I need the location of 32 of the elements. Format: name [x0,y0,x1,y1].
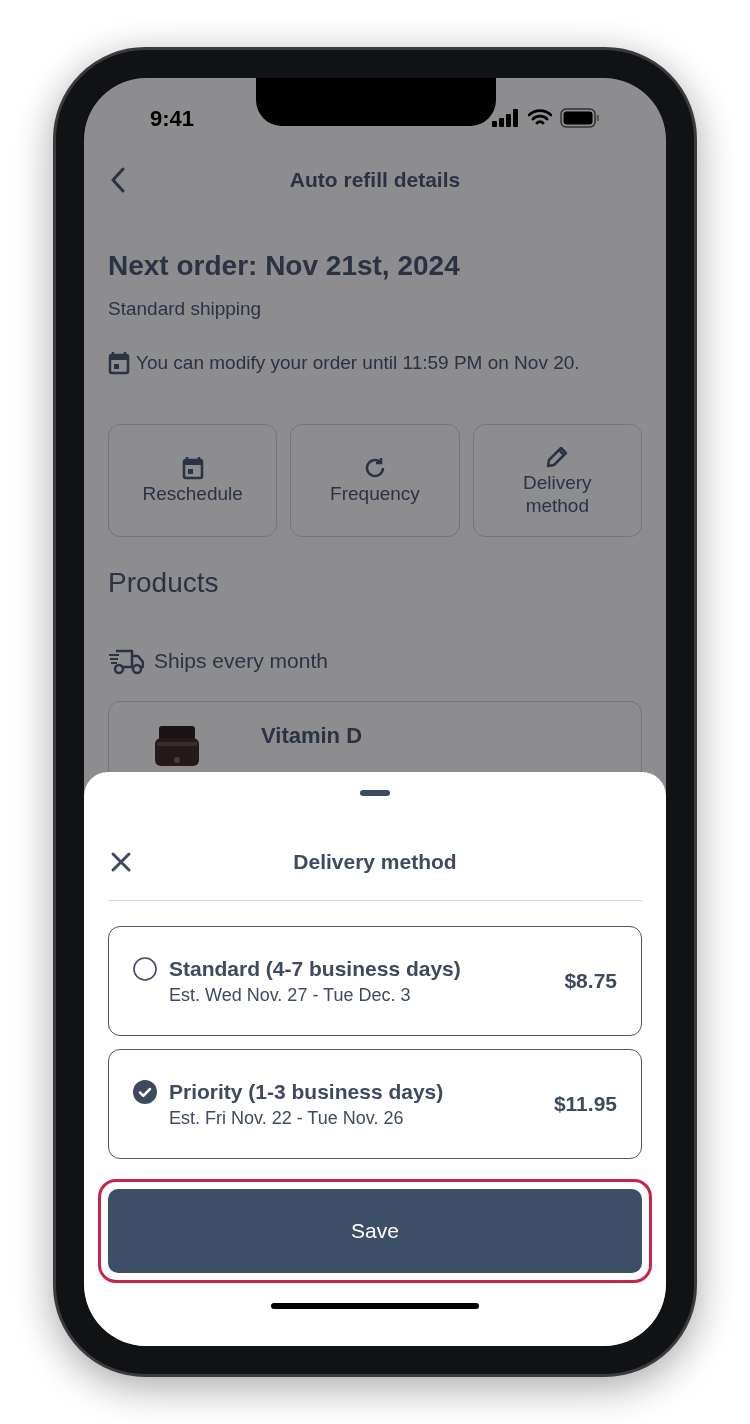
option-label: Standard (4-7 business days) [169,956,462,982]
page-title: Auto refill details [289,167,461,194]
option-price: $11.95 [553,1091,617,1118]
battery-icon [560,108,600,128]
radio-button[interactable] [133,1080,157,1104]
option-label: Priority (1-3 business days) [169,1079,445,1105]
signal-icon [492,109,520,127]
delivery-option[interactable]: Priority (1-3 business days) Est. Fri Nov. 22 - Tue Nov. 26 $11.95 [108,1049,642,1159]
option-eta: Est. Fri Nov. 22 - Tue Nov. 26 [169,1107,405,1130]
truck-icon [108,647,144,675]
sheet-handle[interactable] [360,790,390,796]
modify-notice: You can modify your order until 11:59 PM on Nov 20. [136,351,580,375]
sheet-title: Delivery method [293,849,457,876]
calendar-icon [108,351,130,375]
ship-frequency: Ships every month [154,648,328,674]
delivery-option[interactable]: Standard (4-7 business days) Est. Wed Nov. 27 - Tue Dec. 3 $8.75 [108,926,642,1036]
action-button[interactable]: Reschedule [108,424,278,537]
option-price: $8.75 [564,968,617,995]
wifi-icon [528,109,552,127]
next-order-title: Next order: Nov 21st, 2024 [108,249,461,283]
calendar-icon [181,456,204,480]
action-button[interactable]: Frequency [290,424,460,537]
radio-button[interactable] [133,957,157,981]
refresh-icon [363,456,387,480]
product-name: Vitamin D [261,722,363,750]
shipping-type: Standard shipping [108,297,263,321]
action-button[interactable]: Delivery method [472,424,642,537]
products-heading: Products [108,566,220,600]
option-eta: Est. Wed Nov. 27 - Tue Dec. 3 [169,984,412,1007]
save-button[interactable]: Save [108,1189,642,1273]
pencil-icon [545,444,570,469]
status-time: 9:41 [150,104,195,133]
